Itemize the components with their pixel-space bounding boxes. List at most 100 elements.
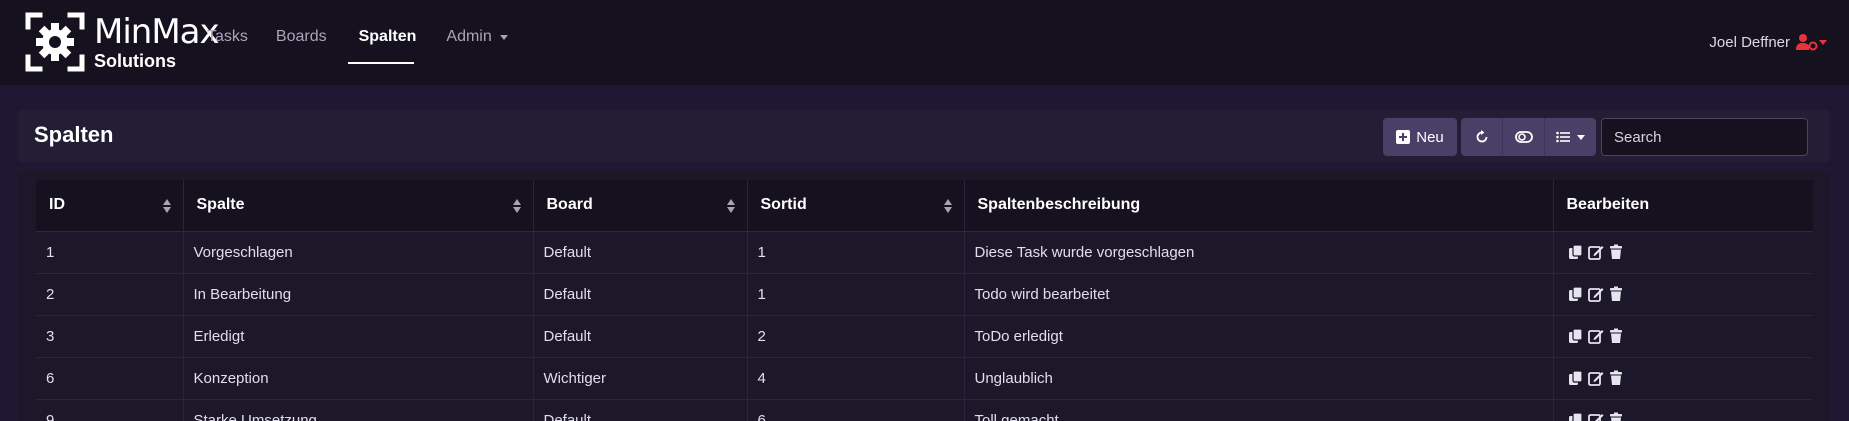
cell-actions	[1553, 315, 1813, 358]
cell-id: 1	[36, 231, 184, 274]
nav-admin-dropdown[interactable]: Admin	[424, 28, 518, 58]
trash-icon[interactable]	[1608, 412, 1624, 421]
cell-spalte: Erledigt	[183, 315, 534, 358]
page-header: Spalten Neu	[18, 110, 1830, 162]
new-button[interactable]: Neu	[1383, 118, 1457, 156]
chevron-down-icon	[1577, 134, 1585, 140]
cell-actions	[1553, 399, 1813, 421]
cell-id: 3	[36, 315, 184, 358]
cell-id: 9	[36, 399, 184, 421]
trash-icon[interactable]	[1608, 328, 1624, 344]
cell-actions	[1553, 357, 1813, 400]
table-row[interactable]: 9 Starke Umsetzung Default 6 Toll gemacht	[36, 399, 1813, 421]
copy-icon[interactable]	[1568, 244, 1584, 260]
copy-icon[interactable]	[1568, 370, 1584, 386]
sort-icon	[726, 199, 735, 213]
cell-beschreibung: Todo wird bearbeitet	[964, 273, 1554, 316]
row-actions	[1564, 370, 1804, 386]
edit-icon[interactable]	[1587, 328, 1604, 344]
cell-board: Default	[533, 399, 748, 421]
cell-beschreibung: Toll gemacht	[964, 399, 1554, 421]
table-header-row: ID Spalte Board Sortid Spaltenbeschreibu…	[36, 180, 1813, 232]
cell-beschreibung: Unglaublich	[964, 357, 1554, 400]
sort-icon	[943, 199, 952, 213]
main-nav: Tasks Boards Spalten Admin	[196, 28, 519, 64]
header-label: Board	[546, 196, 593, 214]
cell-board: Default	[533, 315, 748, 358]
copy-icon[interactable]	[1568, 286, 1584, 302]
nav-spalten[interactable]: Spalten	[338, 28, 425, 64]
edit-icon[interactable]	[1587, 286, 1604, 302]
column-header-beschreibung: Spaltenbeschreibung	[964, 180, 1554, 232]
table-body: 1 Vorgeschlagen Default 1 Diese Task wurde v…	[36, 231, 1813, 421]
refresh-button[interactable]	[1461, 118, 1503, 156]
row-actions	[1564, 412, 1804, 421]
table-row[interactable]: 2 In Bearbeitung Default 1 Todo wird bearbei…	[36, 273, 1813, 316]
plus-square-icon	[1396, 130, 1411, 144]
logo-gear-icon	[25, 12, 85, 72]
cell-spalte: In Bearbeitung	[183, 273, 534, 316]
cell-board: Default	[533, 231, 748, 274]
table-card: ID Spalte Board Sortid Spaltenbeschreibu…	[18, 172, 1830, 421]
search-input[interactable]	[1601, 118, 1808, 156]
column-header-sortid[interactable]: Sortid	[747, 180, 965, 232]
user-name: Joel Deffner	[1709, 33, 1790, 51]
sort-icon	[162, 199, 171, 213]
cell-sortid: 2	[747, 315, 965, 358]
column-header-id[interactable]: ID	[36, 180, 184, 232]
trash-icon[interactable]	[1608, 286, 1624, 302]
user-chevron-down-icon	[1819, 39, 1827, 45]
row-actions	[1564, 328, 1804, 344]
column-header-board[interactable]: Board	[533, 180, 748, 232]
cell-beschreibung: ToDo erledigt	[964, 315, 1554, 358]
cell-sortid: 6	[747, 399, 965, 421]
header-label: Sortid	[760, 196, 807, 214]
table-row[interactable]: 1 Vorgeschlagen Default 1 Diese Task wurde v…	[36, 231, 1813, 274]
nav-tasks[interactable]: Tasks	[196, 28, 259, 58]
cell-id: 6	[36, 357, 184, 400]
refresh-icon	[1476, 130, 1487, 143]
user-menu[interactable]: Joel Deffner	[1709, 33, 1827, 51]
list-icon	[1556, 131, 1570, 143]
header-label: Bearbeiten	[1566, 196, 1650, 214]
copy-icon[interactable]	[1568, 412, 1584, 421]
chevron-down-icon	[499, 35, 508, 40]
cell-actions	[1553, 273, 1813, 316]
header-label: Spaltenbeschreibung	[977, 196, 1141, 214]
table-row[interactable]: 3 Erledigt Default 2 ToDo erledigt	[36, 315, 1813, 358]
cell-board: Wichtiger	[533, 357, 748, 400]
row-actions	[1564, 286, 1804, 302]
trash-icon[interactable]	[1608, 244, 1624, 260]
user-gear-icon	[1796, 34, 1818, 51]
edit-icon[interactable]	[1587, 412, 1604, 421]
toggle-icon	[1514, 131, 1533, 143]
column-header-bearbeiten: Bearbeiten	[1553, 180, 1813, 232]
table-tools-group	[1461, 118, 1596, 156]
spalten-table: ID Spalte Board Sortid Spaltenbeschreibu…	[36, 180, 1813, 421]
brand-logo[interactable]: MinMax Solutions	[24, 11, 220, 73]
cell-spalte: Vorgeschlagen	[183, 231, 534, 274]
row-actions	[1564, 244, 1804, 260]
cell-spalte: Starke Umsetzung	[183, 399, 534, 421]
trash-icon[interactable]	[1608, 370, 1624, 386]
header-label: Spalte	[196, 196, 245, 214]
cell-sortid: 1	[747, 231, 965, 274]
copy-icon[interactable]	[1568, 328, 1584, 344]
cell-board: Default	[533, 273, 748, 316]
nav-admin-label: Admin	[446, 28, 492, 45]
column-header-spalte[interactable]: Spalte	[183, 180, 534, 232]
navbar: MinMax Solutions Tasks Boards Spalten Ad…	[0, 0, 1849, 85]
toolbar: Neu	[1383, 118, 1808, 156]
cell-beschreibung: Diese Task wurde vorgeschlagen	[964, 231, 1554, 274]
cell-sortid: 4	[747, 357, 965, 400]
header-label: ID	[49, 196, 65, 214]
toggle-view-button[interactable]	[1503, 118, 1545, 156]
table-row[interactable]: 6 Konzeption Wichtiger 4 Unglaublich	[36, 357, 1813, 400]
cell-id: 2	[36, 273, 184, 316]
cell-actions	[1553, 231, 1813, 274]
edit-icon[interactable]	[1587, 244, 1604, 260]
edit-icon[interactable]	[1587, 370, 1604, 386]
nav-boards[interactable]: Boards	[259, 28, 338, 58]
cell-sortid: 1	[747, 273, 965, 316]
columns-dropdown-button[interactable]	[1545, 118, 1596, 156]
